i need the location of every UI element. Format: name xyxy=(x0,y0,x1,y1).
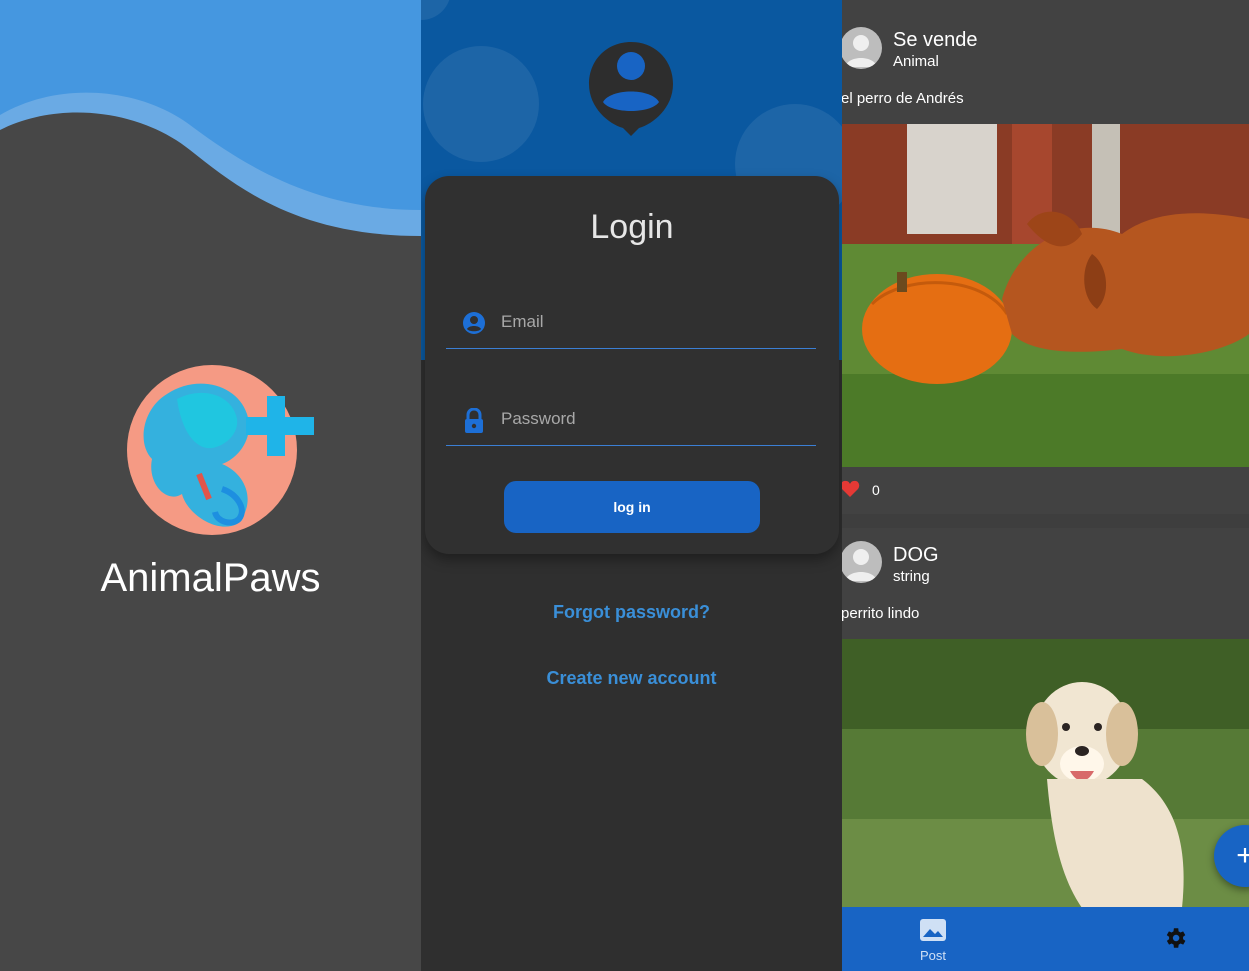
post-text: perrito lindo xyxy=(842,605,920,622)
person-icon xyxy=(845,35,877,67)
password-placeholder: Password xyxy=(501,409,576,428)
splash-screen: AnimalPaws xyxy=(0,0,421,971)
heart-icon[interactable] xyxy=(842,479,860,499)
login-button[interactable]: log in xyxy=(504,481,760,533)
post-subtitle: string xyxy=(893,568,930,585)
post-text: el perro de Andrés xyxy=(842,90,964,107)
avatar xyxy=(842,27,882,69)
post-title: DOG xyxy=(893,544,939,566)
post-card: DOG string perrito lindo xyxy=(842,528,1249,908)
post-image xyxy=(842,124,1249,467)
login-screen: Login Email Password log in Forgot passw… xyxy=(421,0,842,971)
app-logo-icon xyxy=(127,365,314,535)
login-title: Login xyxy=(590,208,674,246)
nav-post-label: Post xyxy=(919,948,946,963)
forgot-password-link[interactable]: Forgot password? xyxy=(421,602,842,623)
like-count: 0 xyxy=(872,482,880,498)
password-field[interactable]: Password xyxy=(446,395,816,446)
post-subtitle: Animal xyxy=(893,53,939,70)
person-icon xyxy=(845,549,877,581)
login-card: Login Email Password log in xyxy=(425,176,839,554)
user-location-icon xyxy=(589,42,673,136)
create-account-link[interactable]: Create new account xyxy=(421,668,842,689)
decor-circle xyxy=(421,0,451,20)
decor-circle xyxy=(423,46,539,162)
gear-icon[interactable] xyxy=(1162,925,1188,951)
bottom-nav: Post xyxy=(842,907,1249,971)
email-placeholder: Email xyxy=(501,312,544,331)
post-title: Se vende xyxy=(893,29,978,51)
wave-header xyxy=(0,0,421,236)
lock-icon xyxy=(465,408,483,433)
nav-post[interactable]: Post xyxy=(903,919,963,963)
account-circle-icon xyxy=(463,312,485,334)
post-card: Se vende Animal el perro de Andrés 0 xyxy=(842,0,1249,514)
avatar xyxy=(842,541,882,583)
email-field[interactable]: Email xyxy=(446,298,816,349)
image-icon xyxy=(920,919,946,941)
post-image xyxy=(842,639,1249,908)
feed-screen: Se vende Animal el perro de Andrés 0 DOG… xyxy=(842,0,1249,971)
app-name: AnimalPaws xyxy=(100,556,321,600)
